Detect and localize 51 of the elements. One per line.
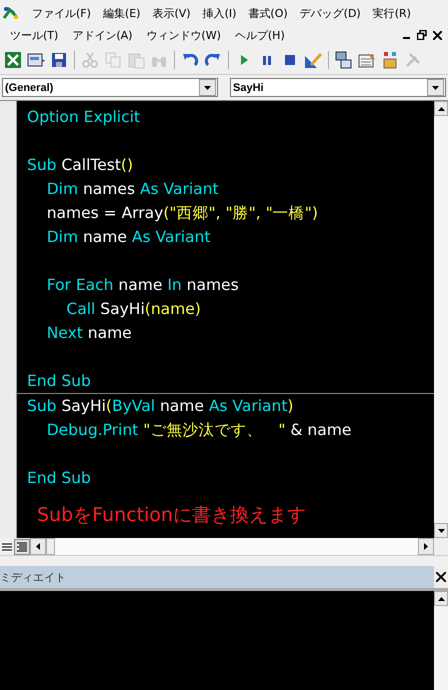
close-icon[interactable]: [433, 30, 442, 40]
scroll-thumb[interactable]: [46, 538, 55, 555]
up-arrow-icon[interactable]: [438, 106, 444, 110]
object-dropdown[interactable]: (General): [2, 78, 218, 97]
menu-item[interactable]: 実行(R): [366, 6, 417, 20]
menu-item[interactable]: ファイル(F): [26, 6, 97, 20]
undo-icon[interactable]: [181, 51, 199, 69]
menu-item[interactable]: 編集(E): [96, 6, 146, 20]
code-line: For Each name In names: [46, 276, 239, 294]
code-line: Dim names As Variant: [46, 180, 219, 198]
menu-item[interactable]: 書式(O): [242, 6, 294, 20]
down-arrow-icon[interactable]: [438, 528, 444, 532]
right-arrow-icon[interactable]: [424, 543, 428, 550]
code-line: names = Array("西郷", "勝", "一橋"): [46, 204, 318, 222]
procedure-dropdown[interactable]: SayHi: [230, 78, 446, 97]
annotation-text: SubをFunctionに書き換えます: [36, 503, 307, 528]
horizontal-scrollbar[interactable]: [30, 538, 434, 555]
code-line: Dim name As Variant: [46, 228, 210, 246]
restore-icon[interactable]: [417, 30, 427, 40]
menu-item[interactable]: アドイン(A): [64, 28, 138, 42]
caret-icon: [432, 86, 439, 90]
code-line: Call SayHi(name): [65, 300, 201, 318]
menu-item[interactable]: ツール(T): [2, 28, 64, 42]
save-icon[interactable]: [50, 51, 68, 69]
left-arrow-icon[interactable]: [36, 543, 40, 550]
project-icon[interactable]: [335, 51, 353, 69]
close-icon[interactable]: [436, 572, 446, 582]
vertical-scrollbar[interactable]: [434, 101, 448, 538]
code-line: Sub SayHi(ByVal name As Variant): [27, 397, 294, 415]
panel-title: ミディエイト: [0, 570, 67, 584]
code-line: End Sub: [27, 469, 91, 487]
objects-icon[interactable]: [381, 51, 399, 69]
menu-item[interactable]: ヘルプ(H): [226, 28, 291, 42]
redo-icon[interactable]: [204, 51, 222, 69]
code-line: Option Explicit: [27, 108, 140, 126]
form-icon[interactable]: [27, 51, 45, 69]
app-icon: [2, 4, 20, 22]
code-line: Sub CallTest(): [27, 156, 134, 174]
code-line: Next name: [46, 324, 132, 342]
code-line: Debug.Print "ご無沙汰です、 " & name: [46, 421, 352, 439]
code-line: End Sub: [27, 372, 91, 390]
up-arrow-icon[interactable]: [438, 596, 444, 600]
menu-item[interactable]: 挿入(I): [196, 6, 242, 20]
spreadsheet-icon[interactable]: [4, 51, 22, 69]
menu-item[interactable]: 表示(V): [146, 6, 197, 20]
properties-icon[interactable]: [358, 51, 376, 69]
menu-item[interactable]: デバッグ(D): [294, 6, 367, 20]
menu-item[interactable]: ウィンドウ(W): [138, 28, 227, 42]
caret-icon: [204, 86, 211, 90]
module-view-icon[interactable]: [14, 538, 30, 554]
ruler-pencil-icon[interactable]: [304, 51, 322, 69]
